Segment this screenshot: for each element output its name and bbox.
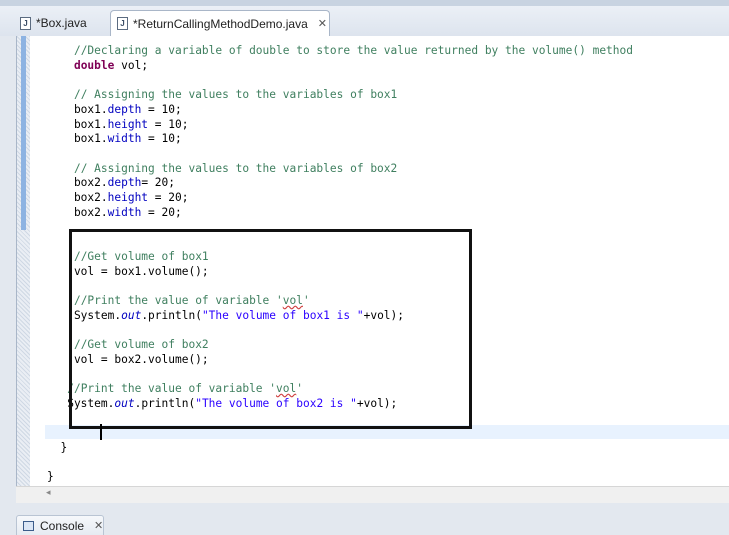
- code-line[interactable]: box1.depth = 10;: [47, 103, 182, 117]
- tab-label: *Box.java: [36, 16, 87, 30]
- console-tab-label: Console: [40, 518, 85, 533]
- code-line[interactable]: //Declaring a variable of double to stor…: [47, 44, 633, 58]
- code-line[interactable]: box1.height = 10;: [47, 118, 189, 132]
- code-line[interactable]: box2.width = 20;: [47, 206, 182, 220]
- tab-box-java[interactable]: J *Box.java: [14, 10, 110, 36]
- close-tab-icon[interactable]: ✕: [318, 17, 327, 30]
- java-file-icon: J: [117, 17, 128, 30]
- tab-console[interactable]: Console ✕: [16, 515, 104, 535]
- code-line[interactable]: }: [47, 470, 54, 484]
- code-line[interactable]: box2.depth= 20;: [47, 176, 175, 190]
- editor-ruler: [17, 36, 30, 491]
- console-icon: [23, 520, 34, 531]
- toolbar-edge: [0, 0, 729, 6]
- code-editor[interactable]: //Declaring a variable of double to stor…: [16, 36, 729, 503]
- code-line[interactable]: // Assigning the values to the variables…: [47, 88, 397, 102]
- text-cursor: [100, 424, 102, 440]
- code-line[interactable]: // Assigning the values to the variables…: [47, 162, 397, 176]
- java-file-icon: J: [20, 16, 31, 30]
- code-line[interactable]: box2.height = 20;: [47, 191, 189, 205]
- change-marker: [21, 36, 26, 230]
- close-tab-icon[interactable]: ✕: [94, 519, 103, 532]
- tab-return-calling-method-demo[interactable]: J *ReturnCallingMethodDemo.java ✕: [110, 10, 330, 36]
- editor-tab-bar: J *Box.java J *ReturnCallingMethodDemo.j…: [0, 0, 729, 36]
- code-line[interactable]: double vol;: [47, 59, 148, 73]
- code-line[interactable]: }: [47, 441, 67, 455]
- horizontal-scrollbar[interactable]: ◂: [16, 486, 729, 503]
- scroll-left-icon[interactable]: ◂: [46, 488, 51, 498]
- code-line[interactable]: box1.width = 10;: [47, 132, 182, 146]
- annotation-box: [69, 229, 472, 429]
- tab-label: *ReturnCallingMethodDemo.java: [133, 16, 308, 31]
